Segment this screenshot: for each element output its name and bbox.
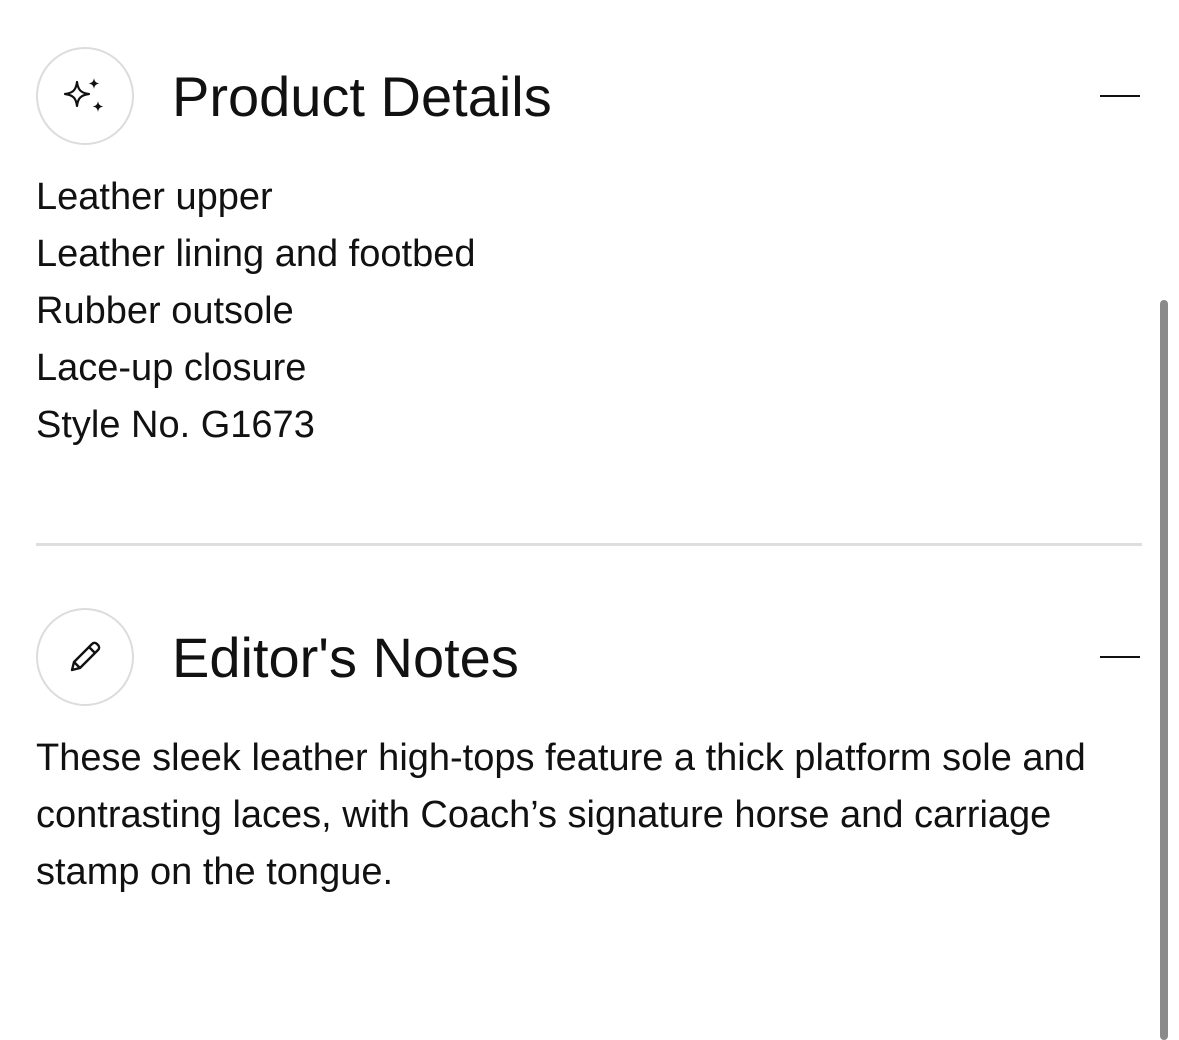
- detail-item: Rubber outsole: [36, 290, 294, 332]
- editors-notes-section: Editor's Notes These sleek leather high-…: [36, 606, 1142, 901]
- editors-notes-title: Editor's Notes: [172, 625, 519, 689]
- editors-notes-body: These sleek leather high-tops feature a …: [36, 737, 1086, 893]
- minus-icon: [1100, 95, 1140, 97]
- sparkles-icon: [36, 47, 134, 145]
- minus-icon: [1100, 656, 1140, 658]
- detail-item: Leather lining and footbed: [36, 233, 476, 275]
- product-details-section: Product Details Leather upper Leather li…: [36, 45, 1142, 454]
- scrollbar[interactable]: [1160, 300, 1168, 1040]
- detail-item: Style No. G1673: [36, 404, 315, 446]
- product-details-title: Product Details: [172, 64, 552, 128]
- detail-item: Leather upper: [36, 176, 273, 218]
- product-details-collapse-button[interactable]: [1098, 84, 1142, 108]
- editors-notes-header[interactable]: Editor's Notes: [36, 606, 1142, 708]
- detail-item: Lace-up closure: [36, 347, 307, 389]
- section-divider: [36, 543, 1142, 546]
- product-details-header[interactable]: Product Details: [36, 45, 1142, 147]
- product-details-list: Leather upper Leather lining and footbed…: [36, 169, 1142, 454]
- pencil-icon: [36, 608, 134, 706]
- editors-notes-collapse-button[interactable]: [1098, 645, 1142, 669]
- product-info-panel: Product Details Leather upper Leather li…: [0, 0, 1179, 1040]
